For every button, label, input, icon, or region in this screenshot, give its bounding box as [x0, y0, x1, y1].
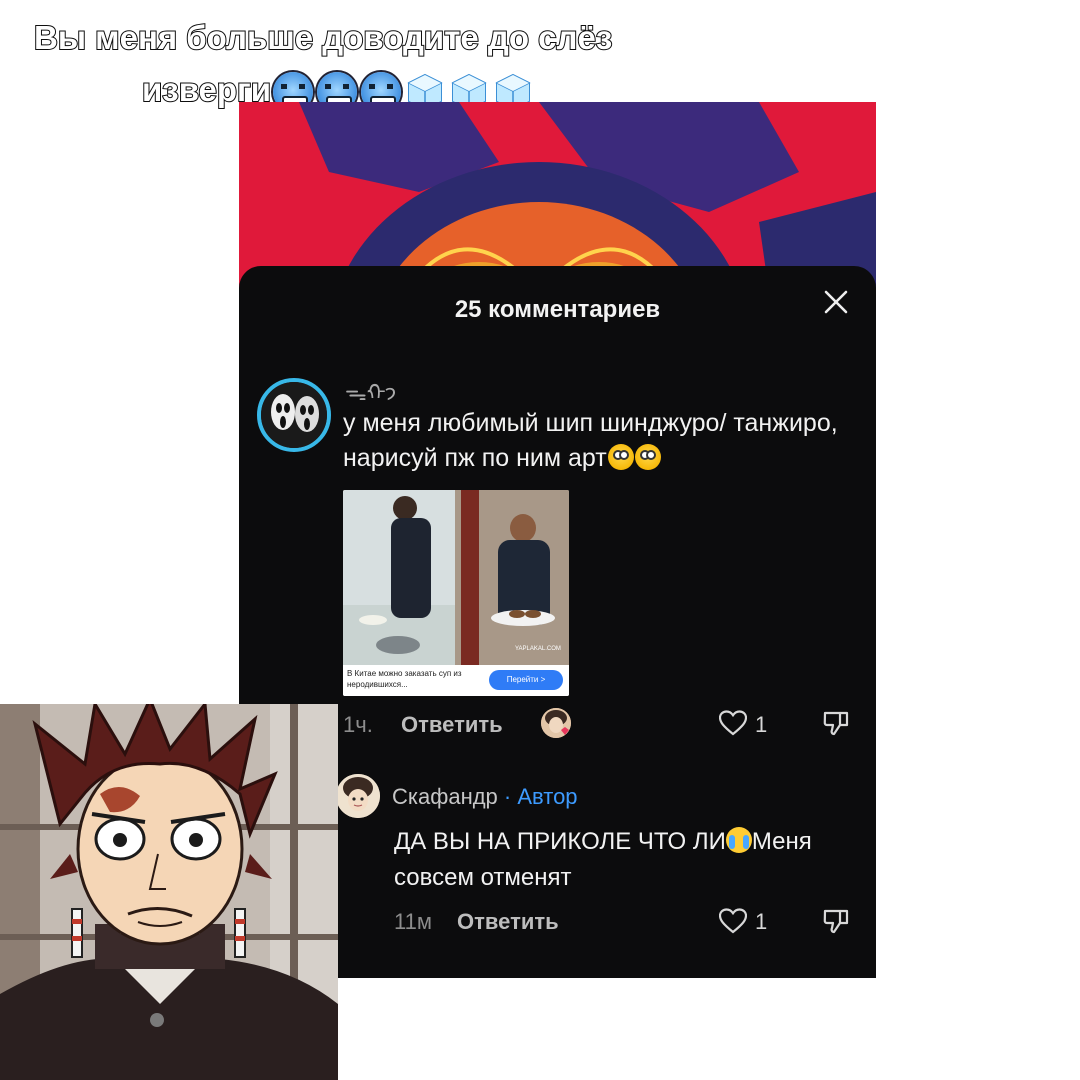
author-badge: · Автор	[503, 784, 578, 809]
author-avatar[interactable]	[336, 774, 380, 818]
comment-text-body: у меня любимый шип шинджуро/ танжиро, на…	[343, 409, 838, 472]
flushed-face-icon	[607, 444, 634, 470]
comment-text: у меня любимый шип шинджуро/ танжиро, на…	[343, 406, 843, 476]
dislike-icon[interactable]	[822, 710, 850, 736]
author-comment-text: ДА ВЫ НА ПРИКОЛЕ ЧТО ЛИ Меня совсем отмен…	[394, 824, 864, 896]
comment-time: 1ч.	[343, 712, 373, 737]
like-count: 1	[755, 712, 768, 737]
author-like-heart-icon[interactable]	[719, 908, 747, 934]
ad-text: В Китае можно заказать суп из неродивших…	[347, 669, 462, 689]
reply-button[interactable]: Ответить	[401, 712, 503, 738]
like-heart-icon[interactable]	[719, 710, 747, 736]
author-dislike-icon[interactable]	[822, 908, 850, 934]
author-name-row: Скафандр · Автор	[392, 784, 578, 810]
close-icon[interactable]	[822, 288, 850, 316]
flushed-face-icon	[634, 444, 661, 470]
loudly-crying-face-icon	[725, 827, 752, 853]
author-username[interactable]: Скафандр	[392, 784, 498, 809]
anime-character-reaction-image	[0, 704, 338, 1080]
author-liked-avatar	[541, 708, 571, 738]
caption-line-1: Вы меня больше доводите до слёз	[33, 18, 613, 57]
ad-photo: YAPLAKAL.COM	[343, 490, 569, 665]
svg-text:YAPLAKAL.COM: YAPLAKAL.COM	[515, 646, 561, 652]
author-reply-button[interactable]: Ответить	[457, 909, 559, 935]
ad-footer: В Китае можно заказать суп из неродивших…	[343, 665, 569, 696]
author-like-count: 1	[755, 909, 768, 934]
panel-title: 25 комментариев	[454, 296, 661, 323]
comment-image-attachment[interactable]: YAPLAKAL.COM В Китае можно заказать суп …	[343, 490, 569, 696]
author-comment-time: 11м	[394, 909, 432, 934]
author-comment-part1: ДА ВЫ НА ПРИКОЛЕ ЧТО ЛИ	[394, 828, 726, 855]
ad-go-button[interactable]: Перейти >	[489, 670, 563, 690]
commenter-username[interactable]: ᯓᡣ𐭩	[345, 369, 396, 408]
commenter-avatar[interactable]	[257, 378, 331, 452]
